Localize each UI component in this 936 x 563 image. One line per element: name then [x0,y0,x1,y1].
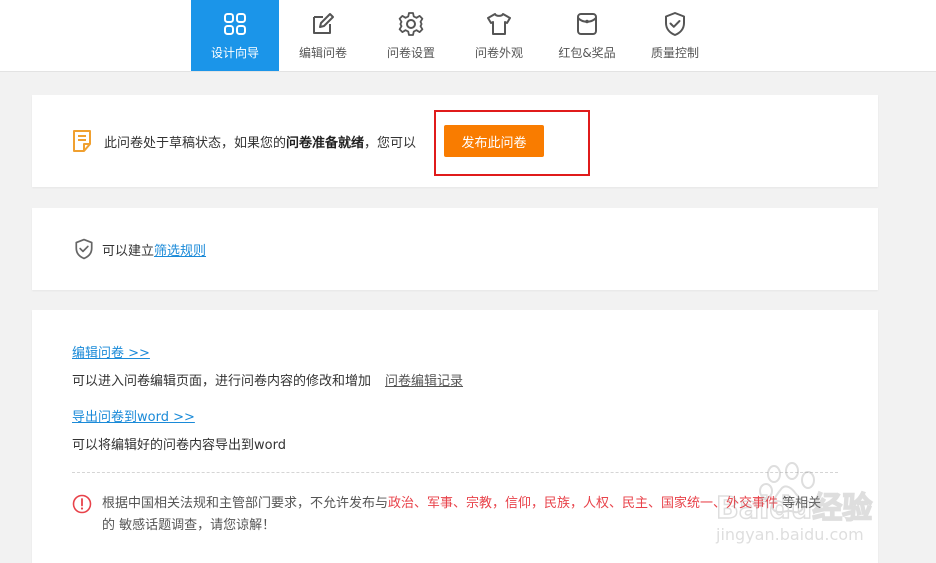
status-text-bold: 问卷准备就绪 [286,135,365,151]
export-word-link[interactable]: 导出问卷到word >> [72,410,195,425]
document-icon [73,130,91,152]
nav-tab-red-packet-prizes[interactable]: 红包&奖品 [543,0,631,71]
filter-rules-card: 可以建立筛选规则 [32,208,878,290]
exclamation-circle-icon [72,494,92,514]
nav-tab-label: 编辑问卷 [298,46,347,60]
nav-tab-label: 问卷外观 [474,46,523,60]
filter-rules-text: 可以建立筛选规则 [102,240,206,259]
nav-tab-edit-survey[interactable]: 编辑问卷 [279,0,367,71]
export-word-desc: 可以将编辑好的问卷内容导出到word [72,438,286,453]
nav-tab-survey-appearance[interactable]: 问卷外观 [455,0,543,71]
nav-tab-label: 问卷设置 [386,46,435,60]
nav-tab-label: 设计向导 [210,46,259,60]
export-word-block: 导出问卷到word >> 可以将编辑好的问卷内容导出到word [72,406,286,453]
survey-actions-card: 编辑问卷 >> 可以进入问卷编辑页面，进行问卷内容的修改和增加 问卷编辑记录 导出… [32,310,878,563]
edit-icon [313,13,334,34]
draft-status-row: 此问卷处于草稿状态，如果您的问卷准备就绪，您可以 [72,129,416,153]
draft-status-text: 此问卷处于草稿状态，如果您的问卷准备就绪，您可以 [104,132,416,151]
edit-survey-desc: 可以进入问卷编辑页面，进行问卷内容的修改和增加 问卷编辑记录 [72,370,463,389]
top-nav: 设计向导 编辑问卷 问卷设置 问卷外观 红包&奖品 质量控制 [0,0,936,72]
sensitive-topic-notice: 根据中国相关法规和主管部门要求，不允许发布与政治、军事、宗教，信仰，民族，人权、… [72,493,832,537]
notice-sensitive-topics: 政治、军事、宗教，信仰，民族，人权、民主、国家统一、外交事件 [388,496,779,511]
shield-check-icon [665,12,685,36]
nav-tab-survey-settings[interactable]: 问卷设置 [367,0,455,71]
filter-rules-link[interactable]: 筛选规则 [154,244,206,259]
notice-text: 根据中国相关法规和主管部门要求，不允许发布与政治、军事、宗教，信仰，民族，人权、… [102,493,832,537]
filter-text-prefix: 可以建立 [102,243,155,259]
notice-text-part1: 根据中国相关法规和主管部门要求，不允许发布与 [102,496,389,511]
nav-tab-design-wizard[interactable]: 设计向导 [191,0,279,71]
nav-tab-label: 质量控制 [650,46,699,60]
filter-rules-row: 可以建立筛选规则 [72,236,206,262]
nav-tab-quality-control[interactable]: 质量控制 [631,0,719,71]
tshirt-icon [487,13,511,35]
edit-record-link[interactable]: 问卷编辑记录 [385,374,463,389]
status-text-before: 此问卷处于草稿状态，如果您的 [104,135,287,151]
shield-check-icon [75,238,93,260]
nav-tab-label: 红包&奖品 [558,46,616,60]
publish-survey-button[interactable]: 发布此问卷 [444,125,544,157]
status-text-after: ，您可以 [364,135,417,151]
draft-status-card: 此问卷处于草稿状态，如果您的问卷准备就绪，您可以 发布此问卷 [32,95,878,187]
edit-desc-text: 可以进入问卷编辑页面，进行问卷内容的修改和增加 [72,374,372,389]
grid-icon [224,13,246,35]
gift-bag-icon [577,13,597,35]
edit-survey-block: 编辑问卷 >> 可以进入问卷编辑页面，进行问卷内容的修改和增加 问卷编辑记录 [72,342,463,389]
dashed-divider [72,472,838,473]
gear-icon [398,12,424,36]
edit-survey-link[interactable]: 编辑问卷 >> [72,346,150,361]
